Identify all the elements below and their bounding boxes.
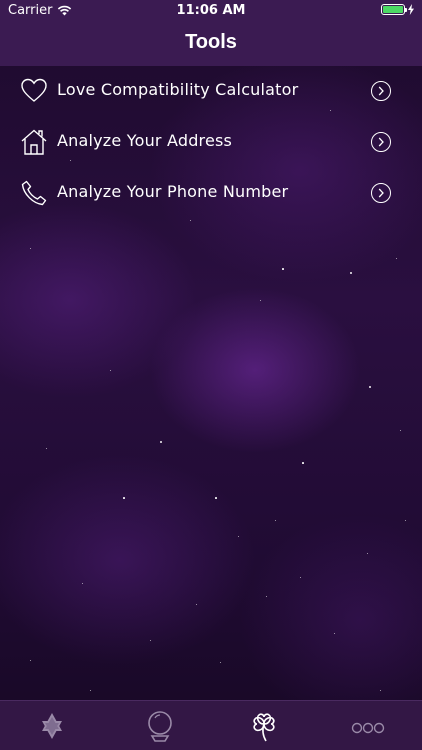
tab-bar [0,700,422,750]
menu-item-label: Love Compatibility Calculator [57,80,299,99]
crystal-ball-icon [148,711,172,742]
chevron-glyph [378,188,384,198]
tab-crystal-ball[interactable] [140,708,180,744]
menu-item-label: Analyze Your Address [57,131,233,150]
star [266,596,267,597]
menu-item-label: Analyze Your Phone Number [57,182,289,201]
star [220,662,221,663]
star [196,604,197,605]
star-of-david-icon [42,713,62,739]
status-right [381,4,414,15]
phone-icon [21,180,47,206]
star [405,520,406,521]
star [400,430,401,431]
chevron-right-icon [371,183,391,203]
star [30,248,31,249]
star [110,370,111,371]
status-time: 11:06 AM [176,3,246,18]
star [90,690,91,691]
tools-menu: Love Compatibility Calculator Analyze Yo… [0,66,422,219]
star [334,633,335,634]
star [396,258,397,259]
star [238,536,239,537]
star [260,300,261,301]
star [300,577,301,578]
heart-icon [21,78,47,102]
more-dots-icon [351,722,385,734]
navigation-bar: Tools [0,22,422,66]
battery-fill [383,6,403,13]
status-bar: Carrier 11:06 AM [0,0,422,22]
star [30,660,31,661]
house-icon [21,129,47,155]
star [350,272,352,274]
chevron-right-icon [371,81,391,101]
tab-four-leaf-clover[interactable] [244,708,284,744]
star [380,690,381,691]
four-leaf-clover-icon [253,713,275,742]
star [302,462,304,464]
star [160,441,162,443]
chevron-glyph [378,137,384,147]
star [82,583,83,584]
star [46,448,47,449]
chevron-right-icon [371,132,391,152]
star [275,520,276,521]
menu-item-analyze-phone[interactable]: Analyze Your Phone Number [0,168,422,219]
star [369,386,371,388]
star [190,220,191,221]
page-title: Tools [185,31,237,53]
star [282,268,284,270]
tab-more[interactable] [348,708,388,744]
battery-icon [381,4,407,15]
charging-bolt-icon [408,4,414,15]
menu-item-analyze-address[interactable]: Analyze Your Address [0,117,422,168]
tab-star-of-david[interactable] [32,708,72,744]
star [123,497,125,499]
chevron-glyph [378,86,384,96]
star [150,640,151,641]
star [367,553,368,554]
menu-item-love-compatibility[interactable]: Love Compatibility Calculator [0,66,422,117]
star [215,497,217,499]
